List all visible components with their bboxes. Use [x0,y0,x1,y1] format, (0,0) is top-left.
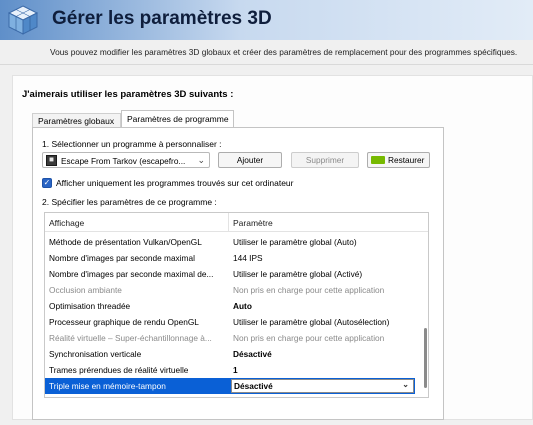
table-row[interactable]: Nombre d'images par seconde maximal de..… [45,266,415,282]
game-icon: ◼ [46,155,57,166]
program-select-value: Escape From Tarkov (escapefro... [61,156,186,166]
header-banner: Gérer les paramètres 3D [0,0,533,40]
setting-name: Occlusion ambiante [49,285,122,295]
tab-global-settings[interactable]: Paramètres globaux [32,113,121,127]
chevron-down-icon: ⌄ [197,155,205,165]
panel-heading: J'aimerais utiliser les paramètres 3D su… [22,89,234,100]
page-title: Gérer les paramètres 3D [52,8,272,29]
divider [0,64,533,65]
setting-name: Triple mise en mémoire-tampon [49,381,166,391]
setting-value: Non pris en charge pour cette applicatio… [233,333,385,343]
setting-name: Réalité virtuelle – Super-échantillonnag… [49,333,212,343]
table-row[interactable]: Trames prérendues de réalité virtuelle 1 [45,362,415,378]
table-row-selected[interactable]: Triple mise en mémoire-tampon Désactivé … [45,378,415,394]
restore-button[interactable]: Restaurer [367,152,430,168]
nvidia-logo-icon [371,156,385,164]
table-row[interactable]: Processeur graphique de rendu OpenGL Uti… [45,314,415,330]
show-found-programs-checkbox[interactable]: ✓ [42,178,52,188]
setting-name: Nombre d'images par seconde maximal [49,253,195,263]
chevron-down-icon: ⌄ [402,380,409,389]
table-row[interactable]: Optimisation threadée Auto [45,298,415,314]
3d-cube-icon [7,5,39,35]
setting-name: Processeur graphique de rendu OpenGL [49,317,199,327]
restore-button-label: Restaurer [388,155,425,165]
table-row[interactable]: Occlusion ambiante Non pris en charge po… [45,282,415,298]
table-scrollbar[interactable] [423,232,428,396]
page-description: Vous pouvez modifier les paramètres 3D g… [50,47,518,57]
tab-program-settings[interactable]: Paramètres de programme [121,110,234,127]
step2-label: 2. Spécifier les paramètres de ce progra… [42,197,217,207]
setting-name: Nombre d'images par seconde maximal de..… [49,269,214,279]
remove-button[interactable]: Supprimer [291,152,359,168]
setting-value: Auto [233,301,252,311]
setting-value: 1 [233,365,238,375]
setting-name: Synchronisation verticale [49,349,142,359]
setting-value: Utiliser le paramètre global (Autosélect… [233,317,390,327]
table-row[interactable]: Nombre d'images par seconde maximal 144 … [45,250,415,266]
setting-name: Optimisation threadée [49,301,131,311]
column-header-feature[interactable]: Affichage [49,218,84,228]
settings-table: Affichage Paramètre Méthode de présentat… [44,212,429,398]
table-row[interactable]: Synchronisation verticale Désactivé [45,346,415,362]
setting-name: Trames prérendues de réalité virtuelle [49,365,189,375]
program-select[interactable]: ◼ Escape From Tarkov (escapefro... ⌄ [42,152,210,168]
setting-value: 144 IPS [233,253,263,263]
setting-value: Non pris en charge pour cette applicatio… [233,285,385,295]
setting-name: Méthode de présentation Vulkan/OpenGL [49,237,202,247]
setting-value-dropdown[interactable]: Désactivé ⌄ [231,379,414,393]
column-header-setting[interactable]: Paramètre [233,218,273,228]
setting-value: Désactivé [233,349,272,359]
setting-value: Désactivé [234,381,273,391]
setting-value: Utiliser le paramètre global (Auto) [233,237,357,247]
column-divider [228,213,229,232]
step1-label: 1. Sélectionner un programme à personnal… [42,139,222,149]
scrollbar-thumb[interactable] [424,328,427,388]
table-header: Affichage Paramètre [45,213,428,232]
add-button[interactable]: Ajouter [218,152,282,168]
table-row[interactable]: Réalité virtuelle – Super-échantillonnag… [45,330,415,346]
setting-value: Utiliser le paramètre global (Activé) [233,269,363,279]
show-found-programs-label: Afficher uniquement les programmes trouv… [56,178,294,188]
table-row[interactable]: Méthode de présentation Vulkan/OpenGL Ut… [45,234,415,250]
